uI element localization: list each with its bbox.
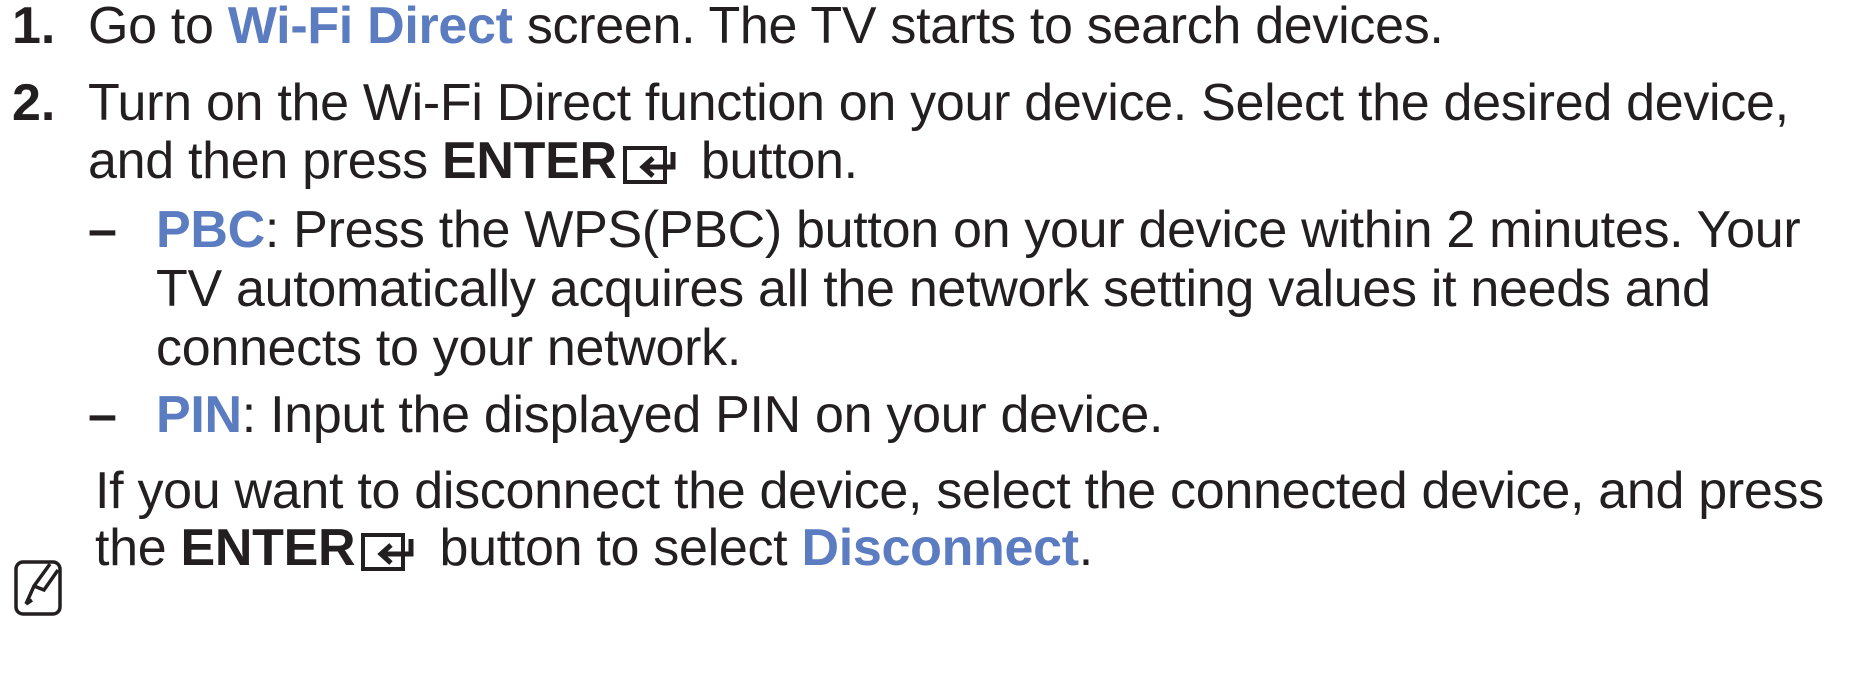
disconnect-link: Disconnect — [801, 519, 1079, 577]
bullet-dash: – — [88, 386, 117, 444]
step-2-line-1: Turn on the Wi-Fi Direct function on you… — [88, 74, 1789, 132]
note-pencil-icon — [14, 560, 66, 623]
pin-line-1: PIN: Input the displayed PIN on your dev… — [156, 385, 1163, 445]
pbc-line-3: connects to your network. — [156, 319, 742, 377]
enter-key-label: ENTER — [441, 132, 617, 190]
pin-line-1-text: : Input the displayed PIN on your device… — [241, 386, 1164, 444]
step-2-line-2-post: button. — [686, 132, 858, 190]
note-line-2-post: . — [1078, 519, 1093, 577]
manual-page: 1. Go to Wi-Fi Direct screen. The TV sta… — [0, 0, 1876, 677]
note-line-2: the ENTER button to select Disconnect. — [95, 518, 1093, 584]
enter-key-icon — [361, 524, 415, 584]
pbc-line-1: PBC: Press the WPS(PBC) button on your d… — [156, 200, 1801, 260]
wifi-direct-link: Wi-Fi Direct — [227, 0, 513, 55]
step-2-line-2-pre: and then press — [88, 132, 442, 190]
pbc-term: PBC — [156, 201, 265, 259]
step-number: 1. — [12, 0, 56, 55]
step-number: 2. — [12, 74, 56, 132]
enter-key-icon — [622, 137, 677, 197]
pin-term: PIN — [156, 386, 242, 444]
step-1-post: screen. The TV starts to search devices. — [512, 0, 1444, 55]
note-line-2-mid: button to select — [425, 519, 802, 577]
step-1-text: Go to Wi-Fi Direct screen. The TV starts… — [88, 0, 1444, 56]
pbc-line-2: TV automatically acquires all the networ… — [156, 260, 1711, 318]
step-2-line-2: and then press ENTER button. — [88, 131, 858, 197]
step-1-pre: Go to — [88, 0, 228, 55]
note-line-2-pre: the — [95, 519, 181, 577]
pbc-line-1-text: : Press the WPS(PBC) button on your devi… — [264, 201, 1801, 259]
bullet-dash: – — [88, 201, 117, 259]
note-line-1: If you want to disconnect the device, se… — [95, 462, 1824, 520]
enter-key-label: ENTER — [180, 519, 356, 577]
